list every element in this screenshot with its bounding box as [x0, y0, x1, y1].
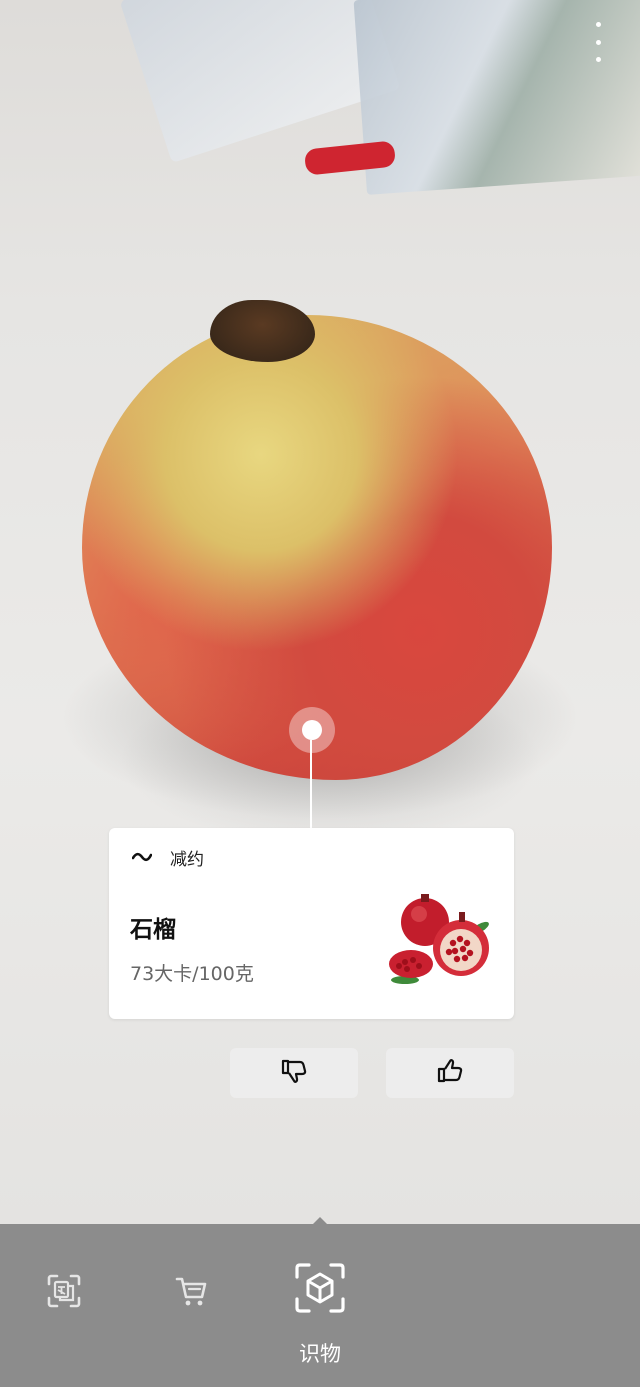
shopping-cart-icon	[174, 1273, 210, 1313]
provider-name: 减约	[170, 850, 204, 870]
provider-logo-icon	[129, 844, 155, 870]
shopping-mode-button[interactable]	[168, 1269, 216, 1317]
translate-scan-icon	[46, 1273, 82, 1313]
object-recognition-icon	[294, 1262, 346, 1318]
thumbs-down-icon	[280, 1058, 308, 1088]
translate-mode-button[interactable]	[40, 1269, 88, 1317]
dislike-button[interactable]	[230, 1048, 358, 1098]
object-recognition-mode-button[interactable]	[292, 1262, 348, 1318]
recognition-result-card[interactable]: 减约 石榴 73大卡/100克	[109, 828, 514, 1019]
food-thumbnail	[385, 888, 493, 998]
recognition-point-dot	[302, 720, 322, 740]
active-mode-indicator	[313, 1217, 327, 1224]
food-calories: 73大卡/100克	[130, 963, 254, 985]
pomegranate-crown	[210, 300, 315, 362]
active-mode-label[interactable]: 识物	[270, 1338, 370, 1368]
food-name: 石榴	[130, 917, 176, 943]
camera-viewfinder	[0, 0, 640, 1225]
thumbs-up-icon	[436, 1058, 464, 1088]
recognition-connector-line	[310, 740, 312, 828]
recognition-point[interactable]	[289, 707, 335, 753]
more-options-icon[interactable]	[588, 22, 608, 62]
mode-bar: 识物	[0, 1217, 640, 1387]
like-button[interactable]	[386, 1048, 514, 1098]
